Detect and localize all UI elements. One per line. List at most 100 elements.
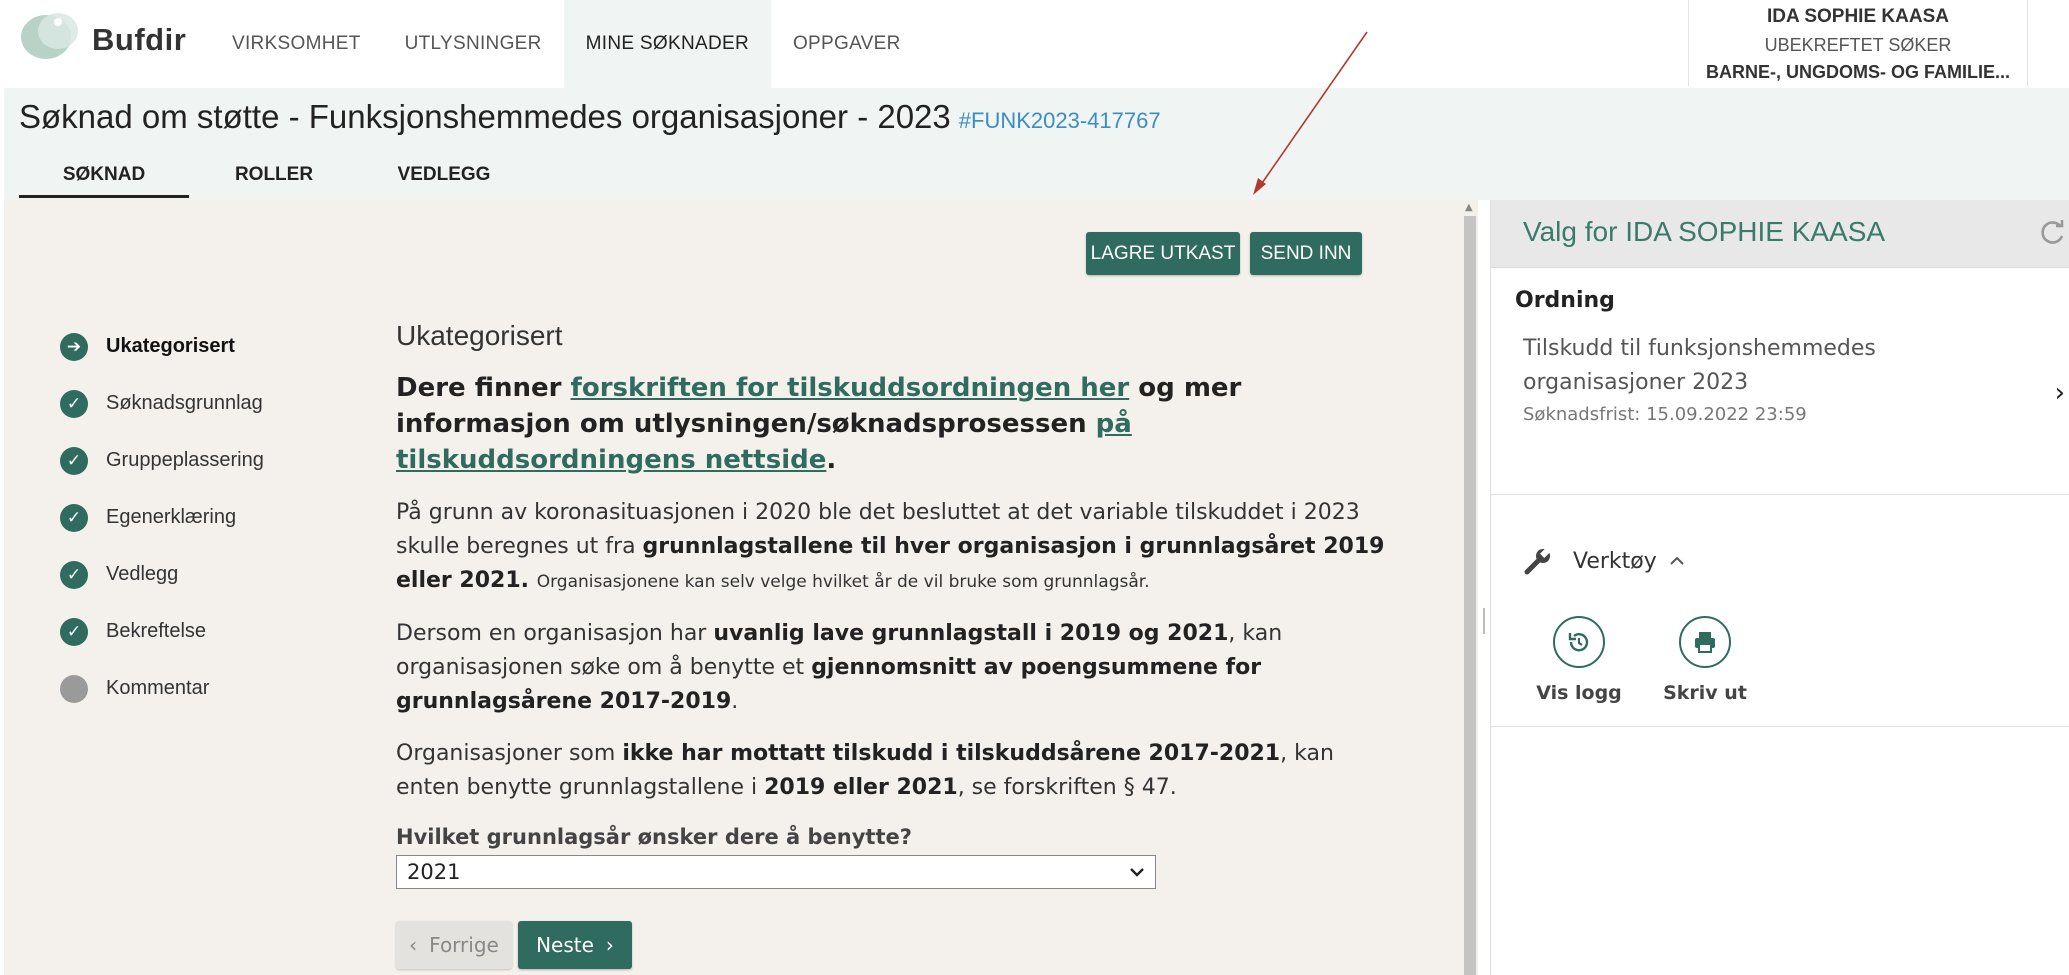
intro-text: Dere finner forskriften for tilskuddsord… (396, 370, 1386, 478)
checkmark-icon: ✓ (60, 446, 88, 475)
pending-dot-icon (60, 674, 88, 703)
tab-vedlegg[interactable]: VEDLEGG (359, 152, 529, 198)
print-label: Skriv ut (1663, 682, 1747, 704)
step-label: Kommentar (106, 677, 210, 699)
user-role: UBEKREFTET SØKER (1764, 35, 1952, 55)
step-kommentar[interactable]: Kommentar (60, 660, 264, 717)
page-header: Søknad om støtte - Funksjonshemmedes org… (4, 88, 2069, 200)
step-gruppeplassering[interactable]: ✓ Gruppeplassering (60, 432, 264, 489)
text-bold: uvanlig lave grunnlagstall i 2019 og 202… (713, 621, 1229, 646)
user-name: IDA SOPHIE KAASA (1767, 6, 1949, 27)
checkmark-icon: ✓ (60, 617, 88, 646)
printer-icon (1679, 616, 1731, 668)
view-log-button[interactable]: Vis logg (1519, 616, 1639, 704)
form-scrollbar[interactable]: ▲ (1460, 200, 1478, 975)
chevron-left-icon: ‹ (409, 933, 418, 957)
text-part: , se forskriften § 47. (957, 775, 1177, 800)
bufdir-logo[interactable]: Bufdir (18, 8, 198, 64)
tools-toggle[interactable]: Verktøy (1523, 546, 1685, 576)
regulation-link[interactable]: forskriften for tilskuddsordningen her (571, 373, 1130, 403)
step-content: Ukategorisert Dere finner forskriften fo… (396, 320, 1386, 969)
splitter-grip-icon[interactable] (1483, 608, 1485, 634)
step-label: Gruppeplassering (106, 449, 264, 471)
application-deadline: Søknadsfrist: 15.09.2022 23:59 (1523, 404, 1807, 425)
user-menu[interactable]: IDA SOPHIE KAASA UBEKREFTET SØKER BARNE-… (1688, 0, 2028, 86)
step-vedlegg[interactable]: ✓ Vedlegg (60, 546, 264, 603)
step-bekreftelse[interactable]: ✓ Bekreftelse (60, 603, 264, 660)
tab-roller[interactable]: ROLLER (189, 152, 359, 198)
options-panel-title: Valg for IDA SOPHIE KAASA (1523, 216, 1886, 247)
text-small: Organisasjonene kan selv velge hvilket å… (536, 572, 1150, 592)
paragraph-low-numbers: Dersom en organisasjon har uvanlig lave … (396, 617, 1386, 719)
text-bold: . (520, 568, 537, 593)
refresh-icon[interactable] (2037, 218, 2067, 248)
text-bold: 2019 eller 2021 (764, 775, 958, 800)
scroll-up-icon[interactable]: ▲ (1465, 202, 1473, 213)
scrollbar-thumb[interactable] (1464, 216, 1476, 975)
checkmark-icon: ✓ (60, 503, 88, 532)
brand-name: Bufdir (92, 22, 187, 57)
main-nav: VIRKSOMHET UTLYSNINGER MINE SØKNADER OPP… (210, 0, 923, 88)
nav-virksomhet[interactable]: VIRKSOMHET (210, 0, 383, 88)
text-part: . (731, 689, 739, 714)
base-year-value: 2021 (407, 860, 461, 884)
step-label: Søknadsgrunnlag (106, 392, 263, 414)
options-panel: Valg for IDA SOPHIE KAASA Ordning Tilsku… (1490, 200, 2069, 975)
application-form: LAGRE UTKAST SEND INN ➔ Ukategorisert ✓ … (4, 200, 1460, 975)
section-title: Ukategorisert (396, 320, 563, 351)
case-id: #FUNK2023-417767 (958, 108, 1161, 133)
tools-label: Verktøy (1573, 548, 1657, 574)
application-tabs: SØKNAD ROLLER VEDLEGG (19, 152, 529, 198)
chevron-up-icon (1670, 556, 1684, 565)
chevron-right-icon[interactable]: › (2055, 378, 2065, 408)
divider (1491, 726, 2069, 727)
top-navigation-bar: Bufdir VIRKSOMHET UTLYSNINGER MINE SØKNA… (0, 0, 2069, 88)
step-navigation: ‹ Forrige Neste › (396, 921, 1386, 969)
view-log-label: Vis logg (1536, 682, 1622, 704)
save-draft-button[interactable]: LAGRE UTKAST (1086, 232, 1240, 275)
step-soknadsgrunnlag[interactable]: ✓ Søknadsgrunnlag (60, 375, 264, 432)
step-label: Bekreftelse (106, 620, 207, 642)
panel-splitter[interactable] (1478, 200, 1490, 975)
intro-text-part: Dere finner (396, 373, 571, 403)
paragraph-no-grant: Organisasjoner som ikke har mottatt tils… (396, 737, 1386, 805)
paragraph-corona: På grunn av koronasituasjonen i 2020 ble… (396, 496, 1386, 599)
step-egenerklaering[interactable]: ✓ Egenerklæring (60, 489, 264, 546)
history-icon (1553, 616, 1605, 668)
previous-button[interactable]: ‹ Forrige (396, 921, 512, 969)
checkmark-icon: ✓ (60, 560, 88, 589)
wrench-icon (1524, 548, 1550, 575)
step-ukategorisert[interactable]: ➔ Ukategorisert (60, 318, 264, 375)
step-label: Ukategorisert (106, 335, 235, 357)
text-part: Dersom en organisasjon har (396, 621, 714, 646)
nav-mine-soknader[interactable]: MINE SØKNADER (563, 0, 771, 88)
page-title: Søknad om støtte - Funksjonshemmedes org… (19, 98, 1161, 136)
chevron-right-icon: › (605, 933, 614, 957)
bufdir-logo-icon (21, 13, 78, 59)
text-bold: ikke har mottatt tilskudd i tilskuddsåre… (622, 741, 1281, 766)
previous-label: Forrige (429, 933, 499, 957)
step-label: Vedlegg (106, 563, 179, 585)
divider (1491, 494, 2069, 495)
text-part: Organisasjoner som (396, 741, 623, 766)
print-button[interactable]: Skriv ut (1645, 616, 1765, 704)
ordning-label: Ordning (1515, 288, 1615, 313)
chevron-down-icon (1130, 868, 1144, 877)
base-year-label: Hvilket grunnlagsår ønsker dere å benytt… (396, 825, 912, 849)
page-title-text: Søknad om støtte - Funksjonshemmedes org… (19, 98, 951, 135)
ordning-item[interactable]: Tilskudd til funksjonshemmedes organisas… (1523, 332, 2043, 425)
nav-utlysninger[interactable]: UTLYSNINGER (383, 0, 564, 88)
options-panel-header: Valg for IDA SOPHIE KAASA (1491, 200, 2069, 268)
nav-oppgaver[interactable]: OPPGAVER (771, 0, 923, 88)
tab-soknad[interactable]: SØKNAD (19, 152, 189, 198)
ordning-name: Tilskudd til funksjonshemmedes organisas… (1523, 336, 1876, 395)
step-list: ➔ Ukategorisert ✓ Søknadsgrunnlag ✓ Grup… (60, 318, 264, 717)
base-year-select[interactable]: 2021 (396, 855, 1156, 889)
arrow-right-icon: ➔ (60, 332, 88, 361)
next-label: Neste (536, 933, 594, 957)
checkmark-icon: ✓ (60, 389, 88, 418)
step-label: Egenerklæring (106, 506, 237, 528)
next-button[interactable]: Neste › (518, 921, 632, 969)
submit-button[interactable]: SEND INN (1250, 232, 1362, 275)
user-organization: BARNE-, UNGDOMS- OG FAMILIE... (1706, 62, 2010, 82)
